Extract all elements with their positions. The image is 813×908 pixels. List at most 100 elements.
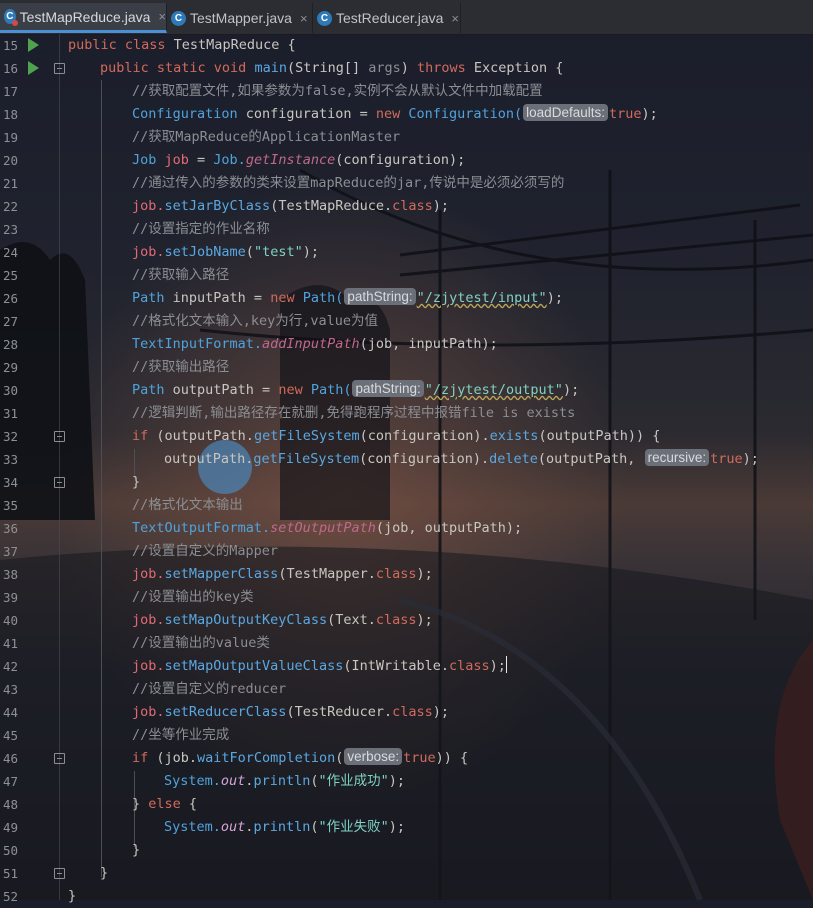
line-number-gutter: 15 16 17 18 19 20 21 22 23 24 25 26 27 28 29 30 31 32 33 34…	[0, 34, 50, 904]
code-comment: //获取配置文件,如果参数为false,实例不会从默认文件中加载配置	[132, 83, 543, 99]
code-comment: //设置指定的作业名称	[132, 221, 270, 237]
line-number: 39	[2, 590, 18, 605]
line-number: 47	[2, 774, 18, 789]
line-number: 46	[2, 751, 18, 766]
code-line: }	[132, 474, 141, 490]
code-line: TextOutputFormat.setOutputPath(job, outp…	[132, 520, 523, 536]
code-line: job.setMapOutputKeyClass(Text.class);	[132, 612, 433, 628]
editor-tab-bar: C TestMapReduce.java × C TestMapper.java…	[0, 0, 813, 35]
line-number: 48	[2, 797, 18, 812]
line-number: 28	[2, 337, 18, 352]
line-number: 22	[2, 199, 18, 214]
code-line: }	[68, 888, 77, 904]
line-number: 16	[2, 61, 18, 76]
fold-icon[interactable]	[54, 868, 65, 879]
java-class-icon: C	[171, 10, 186, 26]
tab-testreducer[interactable]: C TestReducer.java ×	[313, 3, 461, 33]
line-number: 34	[2, 475, 18, 490]
line-number: 31	[2, 406, 18, 421]
line-number: 29	[2, 360, 18, 375]
java-class-icon: C	[317, 10, 332, 26]
code-line: job.setMapperClass(TestMapper.class);	[132, 566, 433, 582]
run-main-icon[interactable]	[28, 61, 39, 75]
param-hint: pathString:	[344, 288, 416, 305]
gutter-divider	[59, 34, 60, 900]
code-comment: //逻辑判断,输出路径存在就删,免得跑程序过程中报错file is exists	[132, 405, 576, 421]
code-line: Job job = Job.getInstance(configuration)…	[132, 152, 466, 168]
code-comment: //设置输出的key类	[132, 589, 254, 605]
param-hint: pathString:	[352, 380, 424, 397]
code-line: } else {	[132, 796, 198, 812]
line-number: 36	[2, 521, 18, 536]
indent-guide	[101, 80, 102, 877]
code-comment: //获取输出路径	[132, 359, 230, 375]
code-line: Path outputPath = new Path(pathString: "/…	[132, 380, 580, 398]
line-number: 17	[2, 84, 18, 99]
close-icon[interactable]: ×	[300, 11, 308, 26]
run-class-icon[interactable]	[28, 38, 39, 52]
code-line: job.setReducerClass(TestReducer.class);	[132, 704, 450, 720]
line-number: 24	[2, 245, 18, 260]
code-comment: //设置自定义的Mapper	[132, 543, 279, 559]
line-number: 32	[2, 429, 18, 444]
line-number: 44	[2, 705, 18, 720]
line-number: 27	[2, 314, 18, 329]
tab-label: TestMapper.java	[190, 10, 292, 26]
code-line: Configuration configuration = new Config…	[132, 104, 658, 122]
code-line: outputPath.getFileSystem(configuration).…	[164, 449, 759, 467]
line-number: 43	[2, 682, 18, 697]
fold-icon[interactable]	[54, 477, 65, 488]
close-icon[interactable]: ×	[158, 9, 166, 24]
line-number: 18	[2, 107, 18, 122]
line-number: 15	[2, 38, 18, 53]
line-number: 26	[2, 291, 18, 306]
line-number: 42	[2, 659, 18, 674]
code-line: System.out.println("作业成功");	[164, 773, 406, 789]
code-line: TextInputFormat.addInputPath(job, inputP…	[132, 336, 498, 352]
close-icon[interactable]: ×	[451, 11, 459, 26]
line-number: 33	[2, 452, 18, 467]
line-number: 51	[2, 866, 18, 881]
code-comment: //通过传入的参数的类来设置mapReduce的jar,传说中是必须必须写的	[132, 175, 565, 191]
tab-testmapreduce[interactable]: C TestMapReduce.java ×	[0, 3, 167, 33]
code-line: }	[132, 842, 141, 858]
line-number: 21	[2, 176, 18, 191]
param-hint: loadDefaults:	[523, 104, 608, 121]
line-number: 38	[2, 567, 18, 582]
tab-testmapper[interactable]: C TestMapper.java ×	[167, 3, 313, 33]
code-line: if (job.waitForCompletion(verbose: true))…	[132, 748, 469, 766]
line-number: 52	[2, 889, 18, 904]
code-comment: //设置输出的value类	[132, 635, 270, 651]
code-line: job.setJarByClass(TestMapReduce.class);	[132, 198, 450, 214]
code-comment: //格式化文本输入,key为行,value为值	[132, 313, 379, 329]
code-comment: //获取输入路径	[132, 267, 230, 283]
line-number: 19	[2, 130, 18, 145]
java-class-icon: C	[4, 9, 18, 26]
tab-label: TestReducer.java	[336, 10, 444, 26]
code-line: public class TestMapReduce {	[68, 37, 296, 53]
fold-icon[interactable]	[54, 431, 65, 442]
code-line: System.out.println("作业失败");	[164, 819, 406, 835]
param-hint: verbose:	[344, 748, 403, 765]
code-line: Path inputPath = new Path(pathString: "/z…	[132, 288, 563, 306]
param-hint: recursive:	[644, 449, 710, 466]
line-number: 35	[2, 498, 18, 513]
code-line: job.setMapOutputValueClass(IntWritable.c…	[132, 656, 508, 674]
line-number: 25	[2, 268, 18, 283]
line-number: 20	[2, 153, 18, 168]
code-line: public static void main(String[] args) t…	[100, 60, 564, 76]
text-caret	[505, 656, 508, 673]
line-number: 41	[2, 636, 18, 651]
code-comment: //设置自定义的reducer	[132, 681, 287, 697]
line-number: 45	[2, 728, 18, 743]
line-number: 50	[2, 843, 18, 858]
line-number: 37	[2, 544, 18, 559]
line-number: 40	[2, 613, 18, 628]
code-comment: //坐等作业完成	[132, 727, 230, 743]
tab-label: TestMapReduce.java	[19, 8, 151, 25]
code-comment: //获取MapReduce的ApplicationMaster	[132, 129, 401, 145]
fold-icon[interactable]	[54, 63, 65, 74]
code-line: if (outputPath.getFileSystem(configurati…	[132, 428, 661, 444]
code-line: job.setJobName("test");	[132, 244, 319, 260]
fold-icon[interactable]	[54, 753, 65, 764]
